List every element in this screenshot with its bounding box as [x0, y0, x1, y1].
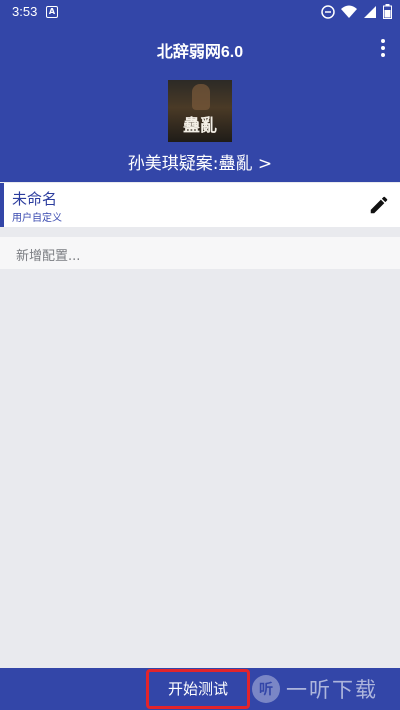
- watermark: 听 一听下载: [252, 674, 378, 704]
- watermark-logo-icon: 听: [252, 675, 280, 703]
- app-header: 北辞弱网6.0 蠱亂 孙美琪疑案:蠱亂 >: [0, 24, 400, 182]
- wifi-icon: [341, 5, 357, 18]
- config-subtitle: 用户自定义: [12, 213, 62, 224]
- story-link[interactable]: 孙美琪疑案:蠱亂 >: [0, 149, 400, 174]
- selected-indicator: [0, 183, 4, 227]
- battery-icon: [383, 4, 392, 19]
- do-not-disturb-icon: [321, 4, 335, 19]
- signal-icon: [364, 5, 376, 18]
- story-cover-image[interactable]: 蠱亂: [168, 80, 232, 142]
- more-vert-icon[interactable]: [378, 38, 388, 58]
- add-config-item[interactable]: 新增配置...: [0, 237, 400, 269]
- config-name: 未命名: [12, 190, 58, 208]
- status-bar: 3:53 A: [0, 0, 400, 24]
- cover-figure: [192, 84, 210, 110]
- config-list-item[interactable]: 未命名 用户自定义: [0, 183, 400, 227]
- status-time: 3:53: [12, 4, 38, 19]
- app-title: 北辞弱网6.0: [156, 44, 244, 61]
- start-test-button[interactable]: 开始测试: [146, 669, 250, 709]
- watermark-text: 一听下载: [286, 678, 378, 702]
- notification-a-icon: A: [46, 6, 58, 18]
- cover-text: 蠱亂: [183, 116, 217, 136]
- add-config-label: 新增配置...: [16, 249, 81, 264]
- edit-pencil-icon[interactable]: [368, 194, 390, 216]
- status-icons: [321, 4, 392, 19]
